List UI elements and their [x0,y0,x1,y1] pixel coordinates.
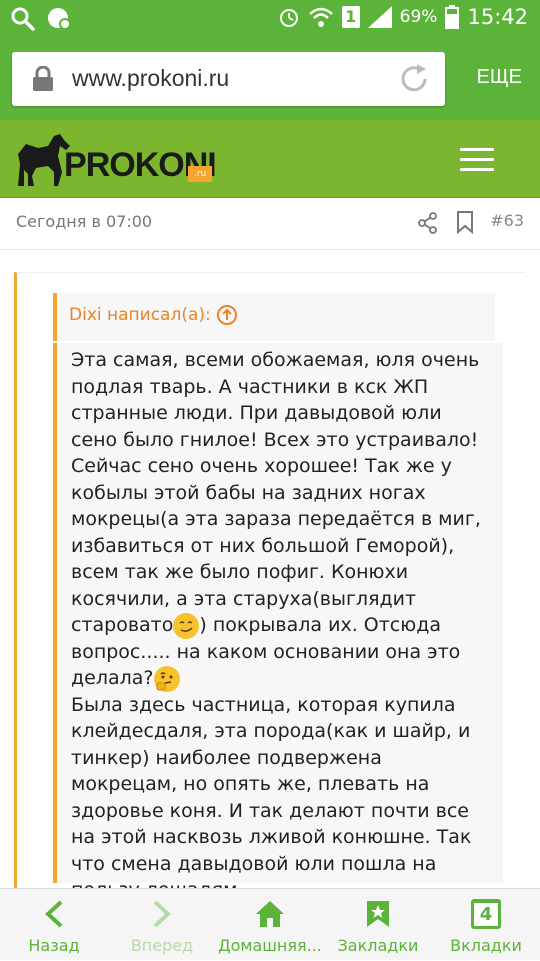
sim-badge: 1 [341,6,360,28]
battery-percent: 69% [399,7,438,27]
site-header: PROKONI .ru [0,120,540,198]
thinking-emoji-icon [153,665,180,692]
smirk-emoji-icon [173,612,200,639]
nav-back-label: Назад [28,936,80,955]
quote-text: Эта самая, всеми обожаемая, юля очень по… [53,343,503,901]
home-icon [256,901,284,927]
nav-home-label: Домашняя... [218,936,322,955]
post-date: Сегодня в 07:00 [16,212,153,231]
chevron-right-icon [153,900,171,928]
lock-icon [33,66,53,91]
status-bar: 1 69% 15:42 [0,0,540,38]
nav-back-button[interactable]: Назад [14,889,94,961]
battery-icon [445,5,460,29]
hamburger-menu-icon[interactable] [460,148,494,171]
nav-tabs-button[interactable]: 4 Вкладки [446,889,526,961]
signal-icon [367,6,392,28]
logo-domain-badge: .ru [188,166,213,182]
post-body: Dixi написал(а): Эта самая, всеми обожае… [14,272,526,901]
nav-bookmarks-label: Закладки [337,936,419,955]
more-button[interactable]: ЕЩЕ [477,66,522,89]
reload-icon[interactable] [397,62,431,96]
tabs-count-icon: 4 [471,899,501,929]
nav-forward-button[interactable]: Вперед [122,889,202,961]
browser-toolbar: www.prokoni.ru ЕЩЕ [0,38,540,120]
bottom-navigation: Назад Вперед Домашняя... Закладки 4 Вкла… [0,888,540,960]
quote-header: Dixi написал(а): [53,293,495,341]
nav-home-button[interactable]: Домашняя... [218,889,322,961]
arrow-up-circle-icon[interactable] [216,304,238,326]
site-logo[interactable]: PROKONI .ru [14,132,217,190]
url-bar[interactable]: www.prokoni.ru [12,52,445,106]
nav-bookmarks-button[interactable]: Закладки [336,889,420,961]
chat-notification-icon [48,8,71,30]
share-icon[interactable] [418,212,438,234]
alarm-icon [279,9,298,27]
nav-forward-label: Вперед [130,936,194,955]
wifi-icon [308,7,333,27]
quote-author[interactable]: Dixi написал(а): [69,305,211,325]
bookmark-star-icon [367,901,389,927]
quote-paragraph: Эта самая, всеми обожаемая, юля очень по… [71,349,481,901]
clock: 15:42 [467,5,528,29]
post-meta: Сегодня в 07:00 #63 [0,198,540,250]
nav-tabs-label: Вкладки [450,936,522,955]
url-text[interactable]: www.prokoni.ru [72,65,229,92]
bookmark-icon[interactable] [456,210,474,234]
chevron-left-icon [45,900,63,928]
search-icon [11,7,35,31]
post-number[interactable]: #63 [490,211,524,230]
